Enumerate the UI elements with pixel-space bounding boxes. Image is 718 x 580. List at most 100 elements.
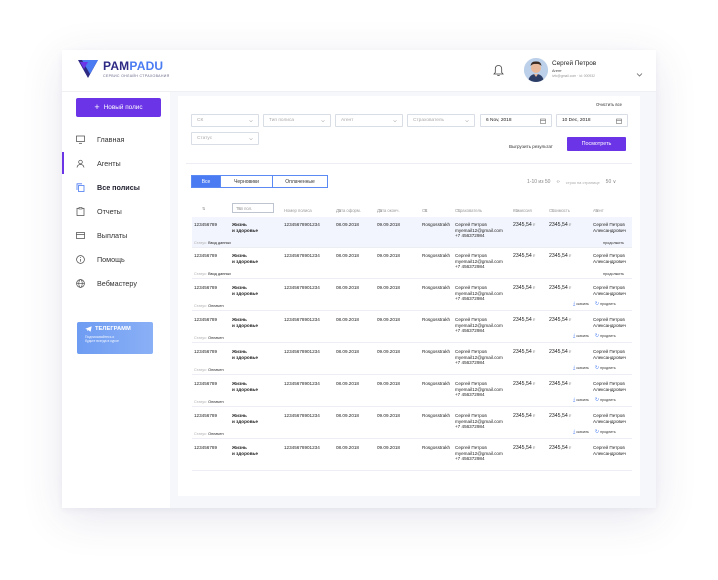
date-end: 09.09.2018 [377, 285, 400, 290]
row-actions: ⤓скачать ↻продлить [573, 397, 616, 403]
policy-number: 12345678901234 [284, 349, 320, 354]
tab-paid[interactable]: Оплаченные [272, 175, 328, 188]
chevron-down-icon [465, 119, 469, 122]
continue-link[interactable]: продолжить [603, 272, 624, 276]
policy-id: 123456789 [194, 222, 217, 227]
refresh-icon: ↻ [594, 365, 600, 371]
table-row[interactable]: 123456789 Жизнь и здоровье 12345678901234 08… [192, 344, 632, 375]
continue-link[interactable]: продолжить [603, 241, 624, 245]
row-actions: ⤓скачать ↻продлить [573, 333, 616, 339]
cost-value: 2345,54₽ [549, 413, 572, 419]
sidebar-item-label: Главная [97, 134, 125, 144]
row-actions: ⤓скачать ↻продлить [573, 365, 616, 371]
sidebar-item-webmaster[interactable]: Вебмастеру [62, 271, 170, 295]
policy-type-filter[interactable]: Тип пол. ⇅ [232, 203, 274, 213]
per-page-select[interactable]: 50 ∨ [606, 179, 617, 185]
insurance-company: Rosgosstrakh [422, 222, 451, 227]
date-issued: 08.09.2018 [336, 413, 359, 418]
page-arrows-icon[interactable]: ‹› [556, 179, 559, 185]
table-row[interactable]: 123456789 Жизнь и здоровье 12345678901234 08… [192, 248, 632, 279]
sidebar-item-help[interactable]: Помощь [62, 247, 170, 271]
view-button[interactable]: Посмотреть [567, 137, 626, 151]
table-row[interactable]: 123456789 Жизнь и здоровье 12345678901234 08… [192, 440, 632, 471]
table-row[interactable]: 123456789 Жизнь и здоровье 12345678901234 08… [192, 408, 632, 439]
telegram-title: ТЕЛЕГРАММ [85, 326, 145, 332]
download-link[interactable]: ⤓скачать [573, 397, 589, 403]
logo-wordmark: PAMPADU [103, 59, 164, 73]
policy-type: Жизнь и здоровье [232, 285, 258, 296]
download-link[interactable]: ⤓скачать [573, 301, 589, 307]
clipboard-icon [76, 206, 85, 216]
sidebar-item-label: Помощь [97, 254, 125, 264]
commission-value: 2345,54₽ [513, 381, 536, 387]
brand-logo[interactable]: PAMPADU СЕРВИС ОНЛАЙН СТРАХОВАНИЯ [78, 60, 170, 78]
insurer-info: Сергей Петров myemail12@gmail.com +7 45637… [455, 349, 503, 365]
logo-tagline: СЕРВИС ОНЛАЙН СТРАХОВАНИЯ [103, 74, 170, 78]
download-link[interactable]: ⤓скачать [573, 333, 589, 339]
agent-name: Сергей Петров Александрович [593, 445, 626, 456]
chevron-down-icon [321, 119, 325, 122]
date-issued: 08.09.2018 [336, 285, 359, 290]
cost-value: 2345,54₽ [549, 253, 572, 259]
refresh-icon: ↻ [594, 429, 600, 435]
table-row[interactable]: 123456789 Жизнь и здоровье 12345678901234 08… [192, 376, 632, 407]
chevron-down-icon[interactable] [636, 65, 643, 77]
commission-value: 2345,54₽ [513, 413, 536, 419]
insurer-select[interactable]: Страхователь [407, 114, 475, 127]
bell-icon[interactable] [493, 64, 504, 77]
date-from-field[interactable]: 6 Nov, 2018 [480, 114, 552, 127]
insurer-info: Сергей Петров myemail12@gmail.com +7 45637… [455, 445, 503, 461]
policy-type: Жизнь и здоровье [232, 413, 258, 424]
extend-link[interactable]: ↻продлить [595, 397, 616, 403]
policy-type: Жизнь и здоровье [232, 222, 258, 233]
new-policy-button[interactable]: + Новый полис [76, 98, 161, 117]
date-issued: 08.09.2018 [336, 253, 359, 258]
extend-link[interactable]: ↻продлить [595, 365, 616, 371]
extend-link[interactable]: ↻продлить [595, 301, 616, 307]
agent-select[interactable]: Агент [335, 114, 403, 127]
policy-id: 123456789 [194, 381, 217, 386]
date-to-field[interactable]: 10 Dec, 2018 [556, 114, 628, 127]
insurer-info: Сергей Петров myemail12@gmail.com +7 45637… [455, 285, 503, 301]
export-results-link[interactable]: Выгрузить результат [509, 144, 553, 149]
table-row[interactable]: 123456789 Жизнь и здоровье 12345678901234 08… [192, 280, 632, 311]
commission-value: 2345,54₽ [513, 222, 536, 228]
sidebar-item-payouts[interactable]: Выплаты [62, 223, 170, 247]
table-row[interactable]: 123456789 Жизнь и здоровье 12345678901234 08… [192, 217, 632, 248]
logo-mark-icon [78, 60, 98, 78]
agent-name: Сергей Петров Александрович [593, 222, 626, 233]
status-select[interactable]: Статус [191, 132, 259, 145]
date-end: 09.09.2018 [377, 445, 400, 450]
policy-type-select[interactable]: Тип полиса [263, 114, 331, 127]
avatar[interactable] [524, 58, 548, 82]
download-link[interactable]: ⤓скачать [573, 429, 589, 435]
sidebar-item-reports[interactable]: Отчеты [62, 199, 170, 223]
sidebar-item-label: Агенты [97, 158, 121, 168]
sidebar-item-all-policies[interactable]: Все полисы [62, 175, 170, 199]
policy-number: 12345678901234 [284, 413, 320, 418]
sidebar-item-home[interactable]: Главная [62, 127, 170, 151]
tab-all[interactable]: Все [191, 175, 221, 188]
cost-value: 2345,54₽ [549, 349, 572, 355]
extend-link[interactable]: ↻продлить [595, 429, 616, 435]
tab-drafts[interactable]: Черновики [220, 175, 273, 188]
policy-type: Жизнь и здоровье [232, 445, 258, 456]
date-end: 09.09.2018 [377, 253, 400, 258]
sidebar-item-agents[interactable]: Агенты [62, 151, 170, 175]
insurance-company: Rosgosstrakh [422, 349, 451, 354]
commission-value: 2345,54₽ [513, 445, 536, 451]
sort-icon[interactable]: ⇅ [202, 206, 206, 211]
sk-select[interactable]: СК [191, 114, 259, 127]
date-issued: 08.09.2018 [336, 349, 359, 354]
sidebar: + Новый полис Главная Агенты Все полисы … [62, 92, 170, 508]
status-tabs: Все Черновики Оплаченные [191, 175, 328, 188]
telegram-banner[interactable]: ТЕЛЕГРАММ Подписывайтесь и будьте всегда… [77, 322, 153, 354]
agent-name: Сергей Петров Александрович [593, 285, 626, 296]
clear-all-link[interactable]: Очистить все [596, 102, 622, 107]
user-name[interactable]: Сергей Петров [552, 60, 596, 67]
table-row[interactable]: 123456789 Жизнь и здоровье 12345678901234 08… [192, 312, 632, 343]
cost-value: 2345,54₽ [549, 381, 572, 387]
extend-link[interactable]: ↻продлить [595, 333, 616, 339]
download-link[interactable]: ⤓скачать [573, 365, 589, 371]
commission-value: 2345,54₽ [513, 349, 536, 355]
